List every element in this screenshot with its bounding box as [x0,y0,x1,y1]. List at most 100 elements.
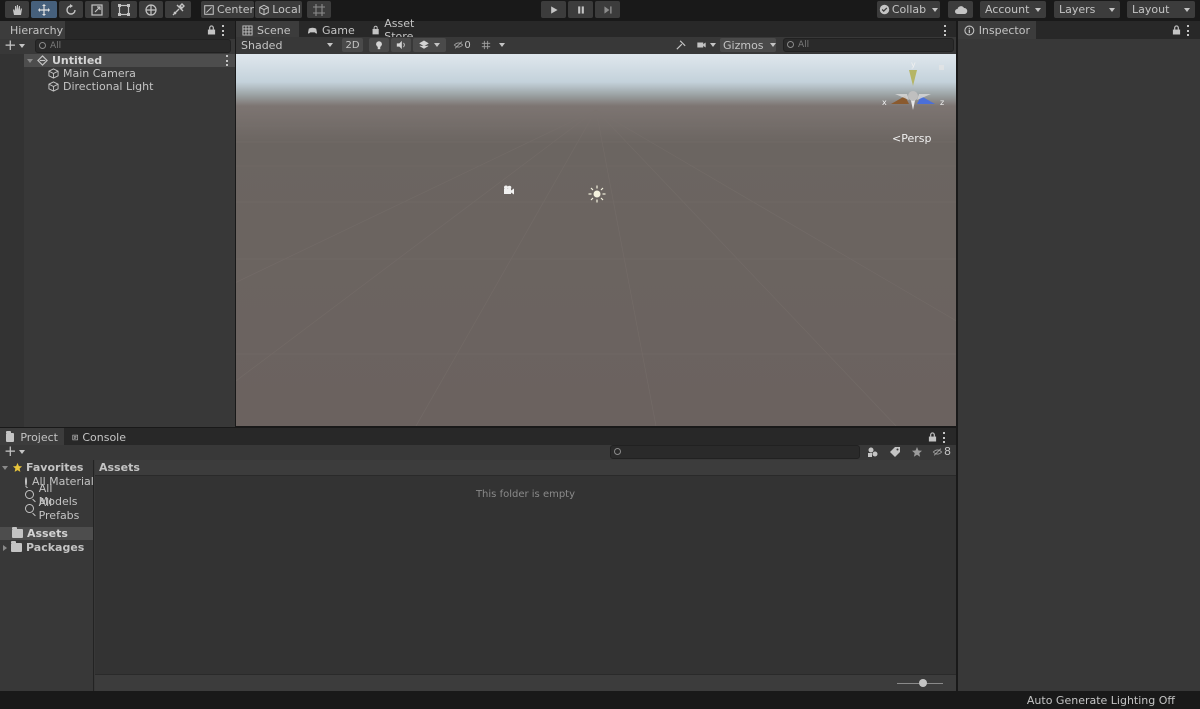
favorite-all-prefabs[interactable]: All Prefabs [25,496,93,522]
project-menu-icon[interactable] [943,432,946,443]
zoom-slider-handle[interactable] [919,679,927,687]
custom-tool-button[interactable] [165,1,191,18]
scale-tool-button[interactable] [85,1,109,18]
inspector-panel [958,39,1200,691]
search-icon [25,490,34,499]
step-button[interactable] [595,1,620,18]
tab-label: Project [20,430,58,444]
tab-label: Scene [257,23,291,37]
rotate-tool-button[interactable] [59,1,83,18]
hidden-packages-toggle[interactable]: 8 [932,445,951,458]
expand-arrow-icon [3,544,7,551]
favorite-label: All Prefabs [38,495,80,522]
search-placeholder: All [798,40,810,50]
scene-name: Untitled [52,54,103,67]
status-bar: Auto Generate Lighting Off [0,691,1200,709]
search-placeholder: All [50,41,62,51]
hierarchy-item-directional-light[interactable]: Directional Light [48,80,153,93]
tree-label: Packages [26,541,85,554]
scene-menu-icon[interactable] [226,55,229,66]
move-tool-button[interactable] [31,1,57,18]
hierarchy-item-main-camera[interactable]: Main Camera [48,67,136,80]
lock-icon[interactable] [928,432,937,442]
rect-tool-button[interactable] [111,1,137,18]
tab-console[interactable]: Console [66,428,132,446]
tag-icon[interactable] [889,446,901,458]
axis-z-label: z [940,98,944,107]
empty-folder-message: This folder is empty [475,489,576,500]
scene-search-input[interactable]: All [783,38,954,52]
hierarchy-search-input[interactable]: All [35,39,231,53]
folder-icon [6,430,15,442]
hidden-count: 8 [944,445,951,458]
pause-button[interactable] [568,1,593,18]
info-circle-icon [964,25,975,35]
scene-panel-menu-icon[interactable] [944,25,947,36]
star-icon[interactable] [911,446,923,458]
search-icon [39,42,46,49]
account-dropdown[interactable]: Account [980,1,1046,18]
step-icon [603,5,612,14]
collab-label: Collab [891,3,927,16]
play-icon [550,5,558,14]
pivot-label: Center [216,3,254,16]
cloud-button[interactable] [948,1,973,18]
orientation-gizmo[interactable]: y x z [881,60,951,120]
layout-label: Layout [1132,3,1170,16]
tree-item-assets[interactable]: Assets [12,527,68,540]
hierarchy-menu-icon[interactable] [222,25,225,36]
scene-viewport[interactable]: y x z <Persp [236,54,956,426]
transform-tool-button[interactable] [139,1,163,18]
rect-transform-icon [118,3,130,16]
tab-label: Console [82,430,126,444]
audio-toggle[interactable] [391,38,411,52]
rotate-icon [66,3,76,15]
assets-content-area[interactable]: This folder is empty [95,476,956,674]
hand-icon [13,4,22,15]
tree-item-packages[interactable]: Packages [3,541,84,554]
scene-tools-button[interactable] [672,38,690,52]
gizmos-dropdown[interactable]: Gizmos [720,38,776,52]
inspector-menu-icon[interactable] [1187,25,1190,36]
create-button[interactable]: + [4,38,26,53]
eye-slash-icon [454,41,464,49]
draw-mode-dropdown[interactable]: Shaded [238,38,336,52]
lighting-toggle[interactable] [369,38,389,52]
scene-root-item[interactable]: Untitled [27,54,232,67]
project-search-input[interactable] [610,445,860,459]
breadcrumb[interactable]: Assets [95,460,956,476]
tab-inspector[interactable]: Inspector [958,21,1036,39]
search-by-type-icon[interactable] [867,446,879,458]
main-toolbar: Center Local Collab Account Layers Layou… [0,0,1200,20]
item-label: Main Camera [63,67,136,80]
play-button[interactable] [541,1,566,18]
layers-dropdown[interactable]: Layers [1054,1,1120,18]
grid-dropdown[interactable] [477,38,509,52]
lighting-status[interactable]: Auto Generate Lighting Off [1027,694,1175,707]
projection-label[interactable]: <Persp [892,132,931,145]
collab-dropdown[interactable]: Collab [877,1,940,18]
lock-icon[interactable] [1172,25,1181,35]
layout-dropdown[interactable]: Layout [1127,1,1195,18]
transform-icon [145,3,157,16]
2d-toggle[interactable]: 2D [342,38,363,52]
2d-label: 2D [345,39,360,51]
lock-icon[interactable] [207,25,216,35]
pivot-local-toggle[interactable]: Local [255,1,302,18]
favorites-group[interactable]: Favorites [2,461,83,474]
expand-arrow-icon [2,465,8,470]
tab-label: Game [322,23,355,37]
pivot-center-toggle[interactable]: Center [201,1,254,18]
shopping-bag-icon [372,25,379,34]
sun-light-icon[interactable] [588,185,606,203]
layers-label: Layers [1059,3,1096,16]
project-create-button[interactable]: + [4,444,26,459]
effects-dropdown[interactable] [413,38,446,52]
camera-dropdown[interactable] [693,38,718,52]
grid-snap-button[interactable] [307,1,331,18]
favorites-label: Favorites [26,461,84,474]
hidden-objects-toggle[interactable]: 0 [449,38,475,52]
camera-gizmo-icon[interactable] [502,184,516,196]
hand-tool-button[interactable] [5,1,29,18]
chevron-down-icon [1109,7,1115,12]
